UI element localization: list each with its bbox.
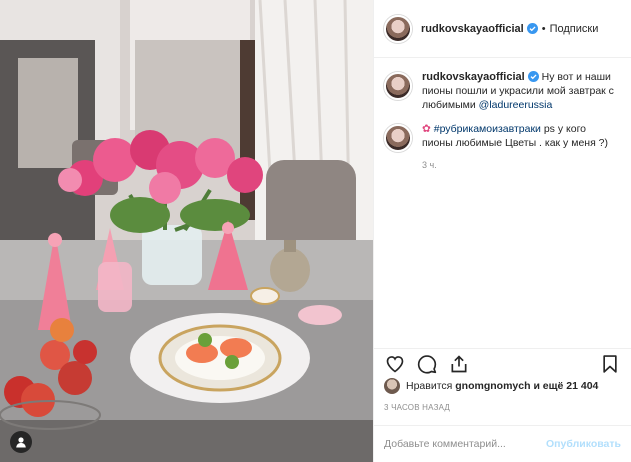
caption-body-2: ✿ #рубрикамоизавтраки ps у кого пионы лю… (422, 122, 618, 172)
comment-input[interactable] (384, 438, 547, 450)
caption-body: rudkovskayaofficial Ну вот и наши пионы … (422, 70, 618, 112)
likes-prefix: Нравится (406, 380, 453, 392)
post-header: rudkovskayaofficial • Подписки (374, 0, 631, 58)
header-separator: • (541, 22, 546, 35)
post-side-panel: rudkovskayaofficial • Подписки rudkovska… (373, 0, 631, 462)
comment-button[interactable] (416, 353, 438, 375)
caption-username[interactable]: rudkovskayaofficial (422, 71, 525, 83)
heart-icon (386, 355, 404, 373)
caption-continuation: ✿ #рубрикамоизавтраки ps у кого пионы лю… (384, 122, 621, 172)
bookmark-icon (603, 354, 617, 373)
post-photo-illustration (0, 0, 373, 462)
caption-author-avatar-2[interactable] (384, 124, 412, 152)
caption-hashtag-link[interactable]: #рубрикамоизавтраки (434, 123, 541, 135)
likes-summary: Нравится gnomgnomych и ещё 21 404 (384, 378, 621, 394)
post-photo[interactable] (0, 0, 373, 462)
following-button[interactable]: Подписки (550, 23, 599, 35)
liker-avatar[interactable] (384, 378, 400, 394)
verified-badge-icon (527, 71, 539, 82)
like-button[interactable] (384, 353, 406, 375)
action-bar (374, 348, 631, 378)
author-avatar[interactable] (384, 14, 412, 43)
add-comment-bar: Опубликовать (374, 425, 631, 462)
caption-author-avatar[interactable] (384, 72, 412, 100)
liker-username[interactable]: gnomgnomych (455, 380, 530, 392)
author-username[interactable]: rudkovskayaofficial (421, 23, 524, 35)
tagged-user-icon[interactable] (10, 431, 32, 453)
caption-comment: rudkovskayaofficial Ну вот и наши пионы … (384, 70, 621, 112)
likes-count[interactable]: и ещё 21 404 (533, 380, 598, 392)
post-timestamp[interactable]: 3 ЧАСОВ НАЗАД (384, 403, 450, 412)
caption-mention-link[interactable]: @ladureerussia (479, 99, 553, 111)
user-icon (16, 437, 26, 448)
comment-icon (417, 354, 437, 374)
caption-time: 3 ч. (422, 160, 437, 170)
comments-section: rudkovskayaofficial Ну вот и наши пионы … (374, 60, 631, 172)
share-icon (451, 354, 467, 372)
flower-emoji-icon: ✿ (422, 123, 431, 135)
save-button[interactable] (599, 353, 621, 375)
share-button[interactable] (448, 353, 470, 375)
publish-button[interactable]: Опубликовать (546, 438, 621, 450)
verified-badge-icon (526, 23, 538, 34)
